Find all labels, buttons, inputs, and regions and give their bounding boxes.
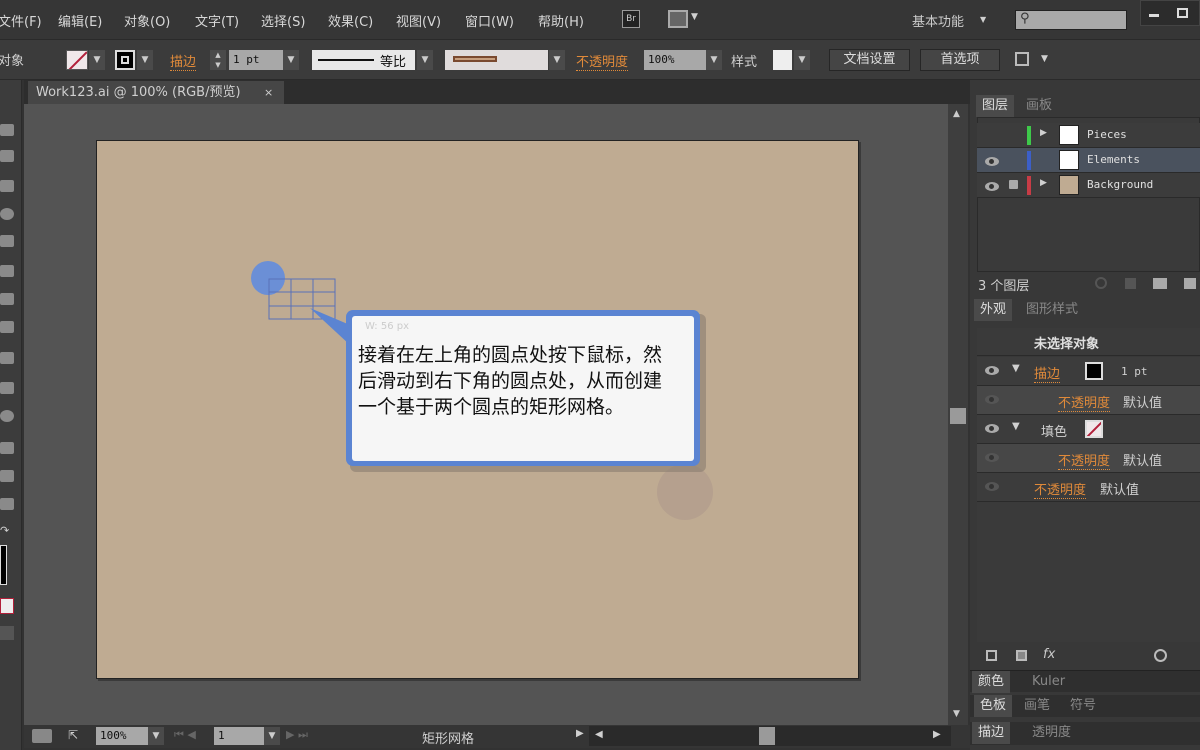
clipping-mask-icon[interactable] [1125,278,1136,289]
eye-icon[interactable] [985,157,999,166]
scroll-down-icon[interactable]: ▼ [953,709,960,719]
layer-count: 3 个图层 [978,279,1030,294]
appearance-target: 未选择对象 [1034,337,1100,352]
scroll-thumb[interactable] [950,408,966,424]
lock-icon[interactable] [1009,180,1018,189]
appearance-fill-row[interactable]: ▼ 填色 [977,415,1200,444]
scroll-left-icon[interactable]: ◀ [595,729,603,740]
layer-name[interactable]: Background [1087,178,1153,191]
opacity-value: 默认值 [1123,454,1163,469]
appearance-stroke-opacity-row[interactable]: 不透明度 默认值 [977,386,1200,415]
start-point-circle[interactable] [251,261,285,295]
chevron-down-icon[interactable]: ▼ [148,727,164,745]
status-bar: ⇱ 100% ▼ ⏮ ◀ 1 ▼ ▶ ⏭ 矩形网格 ▶ ◀ ▶ [24,725,970,748]
share-icon[interactable]: ⇱ [68,728,78,742]
end-point-circle[interactable] [657,464,713,520]
scroll-up-icon[interactable]: ▲ [953,109,960,119]
layer-color [1027,126,1031,145]
callout-pointer [310,308,350,345]
maximize-icon[interactable] [1177,8,1188,18]
tab-swatches[interactable]: 色板 [974,695,1013,717]
scroll-right-icon[interactable]: ▶ [933,729,941,740]
current-tool-label[interactable]: 矩形网格 [422,728,474,747]
appearance-empty-area [977,502,1200,642]
tab-color[interactable]: 颜色 [972,671,1011,693]
zoom-input[interactable]: 100% [96,727,148,745]
appearance-header: 未选择对象 [977,328,1200,356]
stroke-panel-collapsed: 描边 透明度 [970,722,1200,745]
layer-color [1027,151,1031,170]
eye-icon[interactable] [985,395,999,404]
layer-row-pieces[interactable]: ▶ Pieces [977,123,1200,148]
minimize-icon[interactable] [1149,14,1159,17]
tab-appearance[interactable]: 外观 [974,299,1013,321]
layer-thumbnail [1059,125,1079,145]
layer-name[interactable]: Elements [1087,153,1140,166]
tab-symbols[interactable]: 符号 [1064,695,1102,717]
stroke-swatch[interactable] [1085,362,1103,380]
appearance-fill-opacity-row[interactable]: 不透明度 默认值 [977,444,1200,473]
add-effect-icon[interactable]: fx [1043,647,1055,662]
first-artboard-icon[interactable]: ⏮ ◀ [174,728,196,742]
layer-thumbnail [1059,175,1079,195]
chevron-down-icon[interactable]: ▼ [980,15,986,24]
callout-text: 接着在左上角的圆点处按下鼠标，然后滑动到右下角的圆点处，从而创建一个基于两个圆点… [358,344,663,418]
opacity-value: 默认值 [1100,483,1140,498]
collapse-arrow-icon[interactable]: ▼ [1012,363,1020,374]
scroll-thumb[interactable] [759,727,775,745]
add-fill-icon[interactable] [1016,650,1027,661]
stroke-label[interactable]: 描边 [1034,363,1061,383]
chevron-down-icon[interactable]: ▼ [1041,54,1048,64]
window-controls [1140,0,1200,26]
eye-icon[interactable] [985,366,999,375]
last-artboard-icon[interactable]: ▶ ⏭ [286,728,308,742]
opacity-label[interactable]: 不透明度 [1058,450,1111,470]
swatches-panel-collapsed: 色板 画笔 符号 [970,695,1200,717]
appearance-object-opacity-row[interactable]: 不透明度 默认值 [977,473,1200,502]
vertical-scrollbar[interactable]: ▲ ▼ [948,104,968,725]
status-menu-icon[interactable]: ▶ [576,728,584,739]
gpu-icon[interactable] [32,729,52,743]
eye-icon[interactable] [985,182,999,191]
layer-row-elements[interactable]: Elements [977,148,1200,173]
eye-icon[interactable] [985,482,999,491]
horizontal-scrollbar[interactable]: ◀ ▶ [589,726,951,746]
new-layer-icon[interactable] [1184,278,1196,289]
stroke-value[interactable]: 1 pt [1121,365,1148,378]
new-sublayer-icon[interactable] [1153,278,1167,289]
locate-object-icon[interactable] [1095,277,1107,289]
layer-color [1027,176,1031,195]
clear-appearance-icon[interactable] [1154,649,1167,662]
color-panel-collapsed: 颜色 Kuler [970,670,1200,693]
fill-none-swatch[interactable] [1085,420,1103,438]
expand-arrow-icon[interactable]: ▶ [1040,178,1047,188]
opacity-label[interactable]: 不透明度 [1058,392,1111,412]
add-stroke-icon[interactable] [986,650,997,661]
appearance-stroke-row[interactable]: ▼ 描边 1 pt [977,357,1200,386]
tab-kuler[interactable]: Kuler [1026,671,1071,693]
fill-label: 填色 [1041,425,1068,440]
tab-brushes[interactable]: 画笔 [1018,695,1056,717]
eye-icon[interactable] [985,453,999,462]
layer-row-background[interactable]: ▶ Background [977,173,1200,198]
width-hint: W: 56 px [365,321,410,332]
tab-layers[interactable]: 图层 [976,95,1015,117]
layer-thumbnail [1059,150,1079,170]
chevron-down-icon[interactable]: ▼ [264,727,280,745]
opacity-label[interactable]: 不透明度 [1034,479,1087,499]
search-icon: ⚲ [1020,11,1030,26]
opacity-value: 默认值 [1123,396,1163,411]
layer-name[interactable]: Pieces [1087,128,1127,141]
expand-arrow-icon[interactable]: ▶ [1040,128,1047,138]
isolate-icon[interactable] [1015,52,1029,66]
search-input[interactable]: ⚲ [1015,10,1127,30]
tab-graphic-styles[interactable]: 图形样式 [1020,299,1084,321]
tab-stroke[interactable]: 描边 [972,722,1011,744]
artboard-number-input[interactable]: 1 [214,727,264,745]
eye-icon[interactable] [985,424,999,433]
collapse-arrow-icon[interactable]: ▼ [1012,421,1020,432]
tab-artboards[interactable]: 画板 [1020,95,1058,117]
tab-transparency[interactable]: 透明度 [1026,722,1077,744]
